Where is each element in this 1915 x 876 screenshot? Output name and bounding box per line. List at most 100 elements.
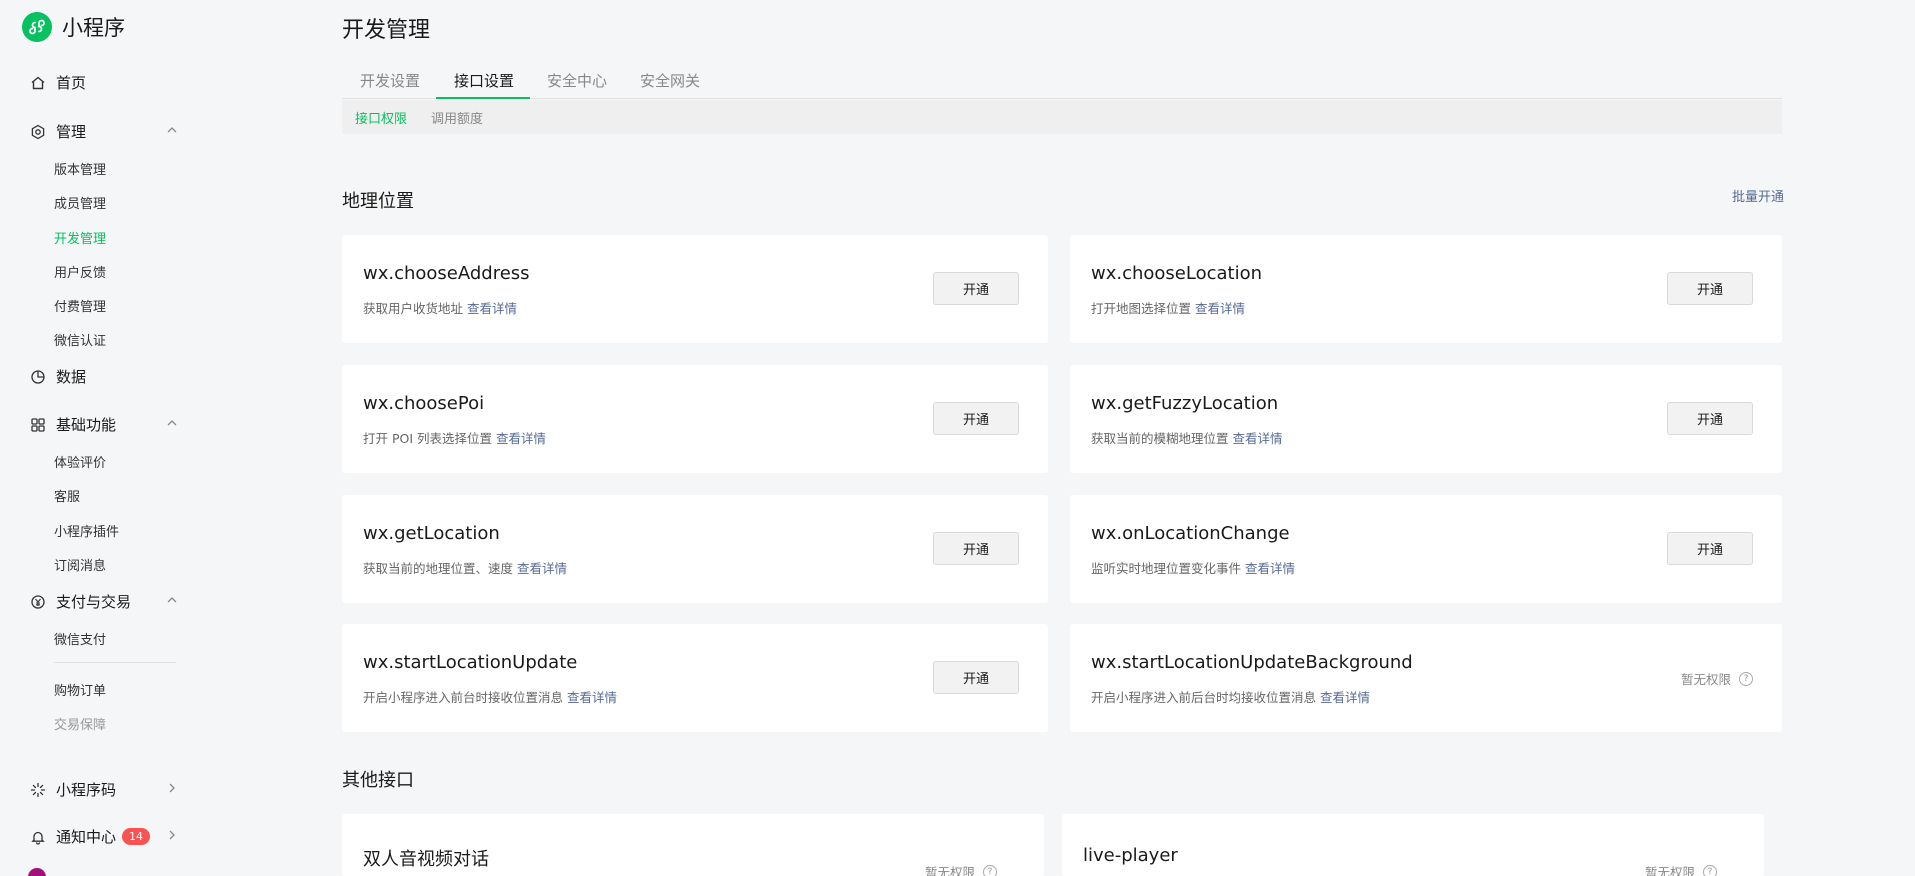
nav-payment-label: 支付与交易 [56,593,132,611]
active-tab-indicator [436,97,530,99]
nav-subscribe-message[interactable]: 订阅消息 [54,555,106,574]
subtab-api-permissions[interactable]: 接口权限 [355,108,407,127]
api-name: live-player [1083,845,1178,866]
tab-api-settings[interactable]: 接口设置 [454,70,514,91]
api-name: wx.chooseAddress [363,263,530,284]
enable-button[interactable]: 开通 [1667,402,1753,435]
nav-trade-guarantee[interactable]: 交易保障 [54,714,106,733]
api-desc: 监听实时地理位置变化事件 查看详情 [1091,561,1296,576]
section-title-geo: 地理位置 [342,191,414,212]
nav-plugins[interactable]: 小程序插件 [54,521,119,540]
api-card: wx.getFuzzyLocation 获取当前的模糊地理位置 查看详情 开通 [1070,365,1782,473]
enable-button[interactable]: 开通 [933,661,1019,694]
api-card: wx.onLocationChange 监听实时地理位置变化事件 查看详情 开通 [1070,495,1782,603]
batch-enable-link[interactable]: 批量开通 [1732,186,1784,205]
view-details-link[interactable]: 查看详情 [1320,690,1370,705]
nav-paid-manage[interactable]: 付费管理 [54,296,106,315]
view-details-link[interactable]: 查看详情 [1245,561,1295,576]
subtab-call-quota[interactable]: 调用额度 [431,108,483,127]
main-tabs: 开发设置 接口设置 安全中心 安全网关 [342,60,1782,99]
nav-user-feedback[interactable]: 用户反馈 [54,262,106,281]
help-icon[interactable]: ? [1703,864,1718,876]
brand[interactable]: 小程序 [22,12,125,42]
chevron-up-icon[interactable] [166,124,178,136]
nav-home[interactable]: 首页 [30,72,86,93]
nav-wechat-pay[interactable]: 微信支付 [54,629,106,648]
nav-basic-label: 基础功能 [56,416,117,434]
api-desc: 打开地图选择位置 查看详情 [1091,301,1246,316]
nav-qrcode-label: 小程序码 [56,781,117,799]
api-card: wx.chooseLocation 打开地图选择位置 查看详情 开通 [1070,235,1782,343]
yuan-coin-icon [31,594,45,609]
nav-data[interactable]: 数据 [30,366,86,387]
chevron-up-icon[interactable] [166,594,178,606]
nav-notify-label: 通知中心 [56,828,117,846]
sub-tabs: 接口权限 调用额度 [342,100,1782,134]
view-details-link[interactable]: 查看详情 [496,431,546,446]
notify-count-badge: 14 [122,828,151,845]
home-icon [31,76,45,89]
api-desc: 获取当前的模糊地理位置 查看详情 [1091,431,1283,446]
nav-customer-service[interactable]: 客服 [54,486,80,505]
api-card: 双人音视频对话 暂无权限 ? [342,814,1044,876]
api-card: wx.getLocation 获取当前的地理位置、速度 查看详情 开通 [342,495,1048,603]
enable-button[interactable]: 开通 [933,532,1019,565]
tab-security-gateway[interactable]: 安全网关 [640,70,700,91]
api-card: wx.choosePoi 打开 POI 列表选择位置 查看详情 开通 [342,365,1048,473]
nav-experience-review[interactable]: 体验评价 [54,452,106,471]
no-permission-label: 暂无权限 [1645,865,1696,876]
api-name: wx.startLocationUpdate [363,652,578,673]
enable-button[interactable]: 开通 [933,402,1019,435]
avatar[interactable] [28,868,46,876]
help-icon[interactable]: ? [983,864,998,876]
enable-button[interactable]: 开通 [1667,272,1753,305]
mini-program-logo-icon [22,12,52,42]
view-details-link[interactable]: 查看详情 [1233,431,1283,446]
enable-button[interactable]: 开通 [1667,532,1753,565]
api-name: wx.choosePoi [363,393,485,414]
api-card: wx.startLocationUpdate 开启小程序进入前台时接收位置消息查… [342,624,1048,732]
nav-wechat-verify[interactable]: 微信认证 [54,330,106,349]
enable-button[interactable]: 开通 [933,272,1019,305]
api-desc: 获取当前的地理位置、速度 查看详情 [363,561,568,576]
chevron-right-icon[interactable] [166,782,178,794]
view-details-link[interactable]: 查看详情 [1195,301,1245,316]
api-name: wx.startLocationUpdateBackground [1091,652,1413,673]
nav-data-label: 数据 [56,368,87,386]
grid-icon [31,417,45,432]
no-permission-status: 暂无权限 ? [925,862,998,876]
nav-dev-manage[interactable]: 开发管理 [54,228,106,247]
api-name: wx.chooseLocation [1091,263,1263,284]
nav-basic-features[interactable]: 基础功能 [30,414,116,435]
settings-icon [31,124,45,139]
api-card: wx.chooseAddress 获取用户收货地址 查看详情 开通 [342,235,1048,343]
nav-payment[interactable]: 支付与交易 [30,591,131,612]
nav-home-label: 首页 [56,74,87,92]
chevron-right-icon[interactable] [166,829,178,841]
no-permission-label: 暂无权限 [925,865,976,876]
sidebar: 小程序 首页 管理 版本管理 成员管理 开发管理 用户反馈 付费管理 微信认证 … [0,0,200,876]
api-name: wx.onLocationChange [1091,523,1290,544]
view-details-link[interactable]: 查看详情 [517,561,567,576]
api-card: live-player 暂无权限 ? [1062,814,1764,876]
nav-version-manage[interactable]: 版本管理 [54,159,106,178]
tab-dev-settings[interactable]: 开发设置 [360,70,420,91]
no-permission-status: 暂无权限 ? [1681,669,1754,688]
nav-shopping-orders[interactable]: 购物订单 [54,680,106,699]
view-details-link[interactable]: 查看详情 [567,690,617,705]
api-name: wx.getLocation [363,523,500,544]
section-title-other: 其他接口 [342,770,414,791]
api-desc: 开启小程序进入前台时接收位置消息 查看详情 [363,690,618,705]
chevron-up-icon[interactable] [166,417,178,429]
nav-member-manage[interactable]: 成员管理 [54,193,106,212]
sun-code-icon [30,782,46,797]
api-name: wx.getFuzzyLocation [1091,393,1279,414]
nav-notify-center[interactable]: 通知中心 14 [30,826,151,847]
help-icon[interactable]: ? [1739,671,1754,686]
api-card: wx.startLocationUpdateBackground 开启小程序进入… [1070,624,1782,732]
api-name: 双人音视频对话 [363,849,489,870]
tab-security-center[interactable]: 安全中心 [547,70,607,91]
view-details-link[interactable]: 查看详情 [467,301,517,316]
nav-qrcode[interactable]: 小程序码 [30,779,116,800]
nav-manage[interactable]: 管理 [30,121,86,142]
